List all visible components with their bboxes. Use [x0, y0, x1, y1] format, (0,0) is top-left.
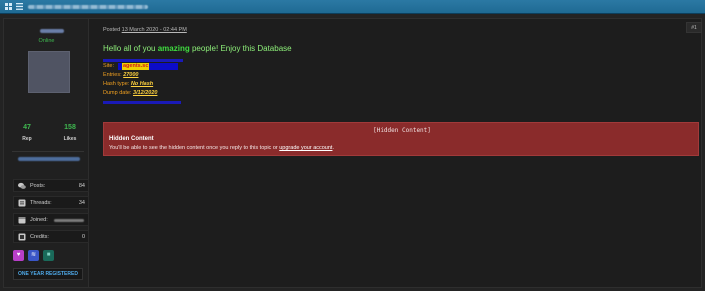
dump-field: Dump date: 3/12/2020 [103, 90, 157, 96]
hidden-content-heading: Hidden Content [109, 136, 154, 142]
credits-value: 0 [81, 234, 85, 240]
redacted-username[interactable] [40, 29, 64, 33]
greeting-text-a: Hello all of you [103, 44, 156, 53]
credits-row: Credits: 0 [13, 230, 89, 243]
likes-value: 158 [64, 124, 76, 131]
threads-row: Threads: 34 [13, 196, 89, 209]
heart-badge-icon[interactable]: ♥ [13, 250, 24, 261]
redacted-thread-title [28, 5, 148, 9]
likes-label: Likes [63, 136, 77, 142]
dump-value: 3/12/2020 [132, 90, 158, 96]
hidden-content-title: [Hidden Content] [373, 127, 431, 134]
site-label: Site: [103, 63, 115, 69]
divider [12, 151, 84, 152]
credits-label: Credits: [30, 234, 49, 240]
rep-value: 47 [23, 124, 31, 131]
joined-row: Joined: [13, 213, 89, 226]
redacted-user-title [18, 157, 80, 161]
hidden-message-suffix: . [332, 145, 334, 151]
hash-field: Hash type: No Hash [103, 81, 153, 87]
hash-value: No Hash [130, 81, 154, 87]
upgrade-account-link[interactable]: upgrade your account [279, 145, 332, 151]
avatar[interactable] [28, 51, 70, 93]
greeting-highlight: amazing [157, 44, 190, 53]
post-date: Posted 13 March 2020 - 02:44 PM [103, 27, 187, 33]
joined-label: Joined: [30, 217, 48, 223]
online-status: Online [38, 38, 55, 44]
entries-label: Entries: [103, 72, 122, 78]
threads-label: Threads: [30, 200, 52, 206]
posts-label: Posts: [30, 183, 46, 189]
wifi-badge-icon[interactable]: ≋ [28, 250, 39, 261]
site-value-box: agents.sc [118, 63, 178, 70]
one-year-registered-badge[interactable]: ONE YEAR REGISTERED [13, 268, 83, 280]
chat-icon [18, 182, 26, 190]
site-value: agents.sc [122, 63, 150, 70]
site-field: Site: [103, 63, 114, 69]
user-sidebar: Online 47 Rep 158 Likes Posts: 84 Thread… [4, 19, 89, 287]
hidden-content-message: You'll be able to see the hidden content… [109, 145, 334, 151]
posts-row: Posts: 84 [13, 179, 89, 192]
posted-date-link[interactable]: 13 March 2020 - 02:44 PM [122, 27, 187, 33]
credits-icon [18, 233, 26, 241]
calendar-icon [18, 216, 26, 224]
menu-icon[interactable] [16, 3, 23, 10]
dump-label: Dump date: [103, 90, 132, 96]
entries-value: 27000 [123, 72, 139, 78]
top-bar [0, 0, 705, 14]
rep-label: Rep [22, 136, 32, 142]
entries-field: Entries: 27000 [103, 72, 138, 78]
redacted-line-bottom [103, 101, 181, 104]
hidden-message-text: You'll be able to see the hidden content… [109, 145, 278, 151]
post-greeting: Hello all of you amazing people! Enjoy t… [103, 44, 292, 53]
square-badge-icon[interactable]: ■ [43, 250, 54, 261]
post-number[interactable]: #1 [686, 22, 702, 33]
threads-icon [18, 199, 26, 207]
rep-stat: 47 Rep [10, 124, 44, 142]
posts-value: 84 [78, 183, 85, 189]
redacted-line [103, 59, 183, 62]
posted-prefix: Posted [103, 27, 121, 33]
greeting-text-b: people! Enjoy this Database [191, 44, 292, 53]
threads-value: 34 [78, 200, 85, 206]
likes-stat: 158 Likes [53, 124, 87, 142]
redacted-joined-date [54, 219, 84, 222]
hidden-content-box: [Hidden Content] Hidden Content You'll b… [103, 122, 699, 156]
grid-icon[interactable] [5, 3, 12, 10]
hash-label: Hash type: [103, 81, 130, 87]
